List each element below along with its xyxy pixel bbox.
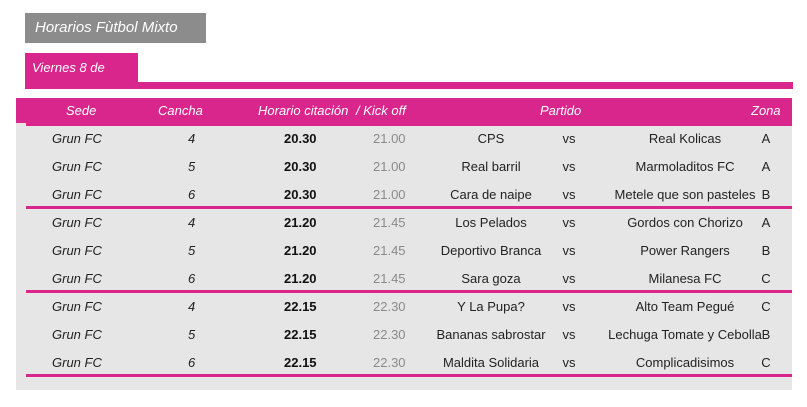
cell-cancha: 6: [188, 355, 196, 370]
cell-home-team: Sara goza: [461, 271, 521, 286]
cell-kickoff: 21.00: [373, 187, 406, 202]
cell-kickoff: 21.00: [373, 131, 406, 146]
cell-vs: vs: [562, 355, 576, 370]
cell-vs: vs: [562, 327, 576, 342]
cell-vs: vs: [562, 215, 576, 230]
cell-horario: 22.15: [284, 327, 317, 342]
page-title: Horarios Fùtbol Mixto: [25, 13, 206, 43]
cell-sede: Grun FC: [52, 271, 102, 286]
cell-away-team: Marmoladitos FC: [635, 159, 735, 174]
cell-kickoff: 21.45: [373, 215, 406, 230]
cell-cancha: 5: [188, 159, 196, 174]
header-partido: Partido: [540, 103, 582, 118]
cell-vs: vs: [562, 131, 576, 146]
cell-zona: B: [761, 187, 771, 202]
cell-cancha: 6: [188, 187, 196, 202]
cell-sede: Grun FC: [52, 299, 102, 314]
cell-home-team: Y La Pupa?: [457, 299, 525, 314]
cell-cancha: 4: [188, 215, 196, 230]
header-horario: Horario citación: [258, 103, 349, 118]
cell-away-team: Power Rangers: [640, 243, 730, 258]
cell-sede: Grun FC: [52, 215, 102, 230]
cell-horario: 22.15: [284, 299, 317, 314]
cell-away-team: Real Kolicas: [648, 131, 722, 146]
table-row: Grun FC 6 20.30 21.00 Cara de naipe vs Metele …: [26, 181, 790, 209]
cell-horario: 20.30: [284, 187, 317, 202]
header-sede: Sede: [66, 103, 97, 118]
cell-vs: vs: [562, 299, 576, 314]
cell-cancha: 5: [188, 327, 196, 342]
cell-home-team: Real barril: [461, 159, 521, 174]
cell-away-team: Complicadisimos: [635, 355, 735, 370]
cell-sede: Grun FC: [52, 355, 102, 370]
cell-sede: Grun FC: [52, 243, 102, 258]
table-row: Grun FC 5 21.20 21.45 Deportivo Branca vs Powe…: [26, 237, 790, 265]
cell-zona: A: [761, 159, 771, 174]
cell-away-team: Gordos con Chorizo: [627, 215, 743, 230]
cell-sede: Grun FC: [52, 159, 102, 174]
cell-horario: 22.15: [284, 355, 317, 370]
cell-kickoff: 21.00: [373, 159, 406, 174]
cell-cancha: 4: [188, 131, 196, 146]
cell-zona: C: [761, 299, 771, 314]
day-divider: [25, 82, 793, 89]
cell-sede: Grun FC: [52, 327, 102, 342]
header-zona: Zona: [751, 103, 781, 118]
cell-horario: 21.20: [284, 243, 317, 258]
cell-home-team: Bananas sabrostar: [436, 327, 546, 342]
table-row: Grun FC 5 22.15 22.30 Bananas sabrostar vs Lec…: [26, 321, 790, 349]
cell-sede: Grun FC: [52, 187, 102, 202]
cell-cancha: 6: [188, 271, 196, 286]
cell-zona: A: [761, 131, 771, 146]
table-row: Grun FC 4 22.15 22.30 Y La Pupa? vs Alto Team …: [26, 293, 790, 321]
table-row: Grun FC 4 21.20 21.45 Los Pelados vs Gordos co…: [26, 209, 790, 237]
cell-away-team: Alto Team Pegué: [635, 299, 735, 314]
cell-zona: C: [761, 271, 771, 286]
header-kickoff: / Kick off: [356, 103, 406, 118]
cell-home-team: CPS: [477, 131, 505, 146]
cell-kickoff: 21.45: [373, 243, 406, 258]
table-row: Grun FC 5 20.30 21.00 Real barril vs Marmoladi…: [26, 153, 790, 181]
cell-home-team: Cara de naipe: [450, 187, 532, 202]
cell-vs: vs: [562, 159, 576, 174]
cell-kickoff: 22.30: [373, 299, 406, 314]
cell-home-team: Deportivo Branca: [440, 243, 542, 258]
cell-horario: 20.30: [284, 131, 317, 146]
cell-home-team: Los Pelados: [455, 215, 527, 230]
cell-horario: 20.30: [284, 159, 317, 174]
cell-horario: 21.20: [284, 271, 317, 286]
cell-home-team: Maldita Solidaria: [442, 355, 540, 370]
schedule-table: Sede Cancha Horario citación / Kick off …: [16, 98, 792, 390]
header-cancha: Cancha: [158, 103, 203, 118]
cell-zona: B: [761, 327, 771, 342]
cell-zona: C: [761, 355, 771, 370]
cell-cancha: 4: [188, 299, 196, 314]
day-tab: Viernes 8 de Mayo: [25, 53, 138, 105]
table-row: Grun FC 6 22.15 22.30 Maldita Solidaria vs Com…: [26, 349, 790, 377]
cell-sede: Grun FC: [52, 131, 102, 146]
table-header: Sede Cancha Horario citación / Kick off …: [16, 98, 792, 123]
table-row: Grun FC 6 21.20 21.45 Sara goza vs Milanesa FC…: [26, 265, 790, 293]
cell-zona: A: [761, 215, 771, 230]
cell-away-team: Lechuga Tomate y Cebolla: [608, 327, 762, 342]
cell-vs: vs: [562, 243, 576, 258]
cell-kickoff: 22.30: [373, 327, 406, 342]
cell-vs: vs: [562, 187, 576, 202]
cell-kickoff: 22.30: [373, 355, 406, 370]
cell-horario: 21.20: [284, 215, 317, 230]
cell-cancha: 5: [188, 243, 196, 258]
table-row: Grun FC 4 20.30 21.00 CPS vs Real Kolicas A: [26, 125, 790, 153]
cell-zona: B: [761, 243, 771, 258]
cell-vs: vs: [562, 271, 576, 286]
cell-kickoff: 21.45: [373, 271, 406, 286]
cell-away-team: Metele que son pasteles: [614, 187, 756, 202]
cell-away-team: Milanesa FC: [648, 271, 722, 286]
